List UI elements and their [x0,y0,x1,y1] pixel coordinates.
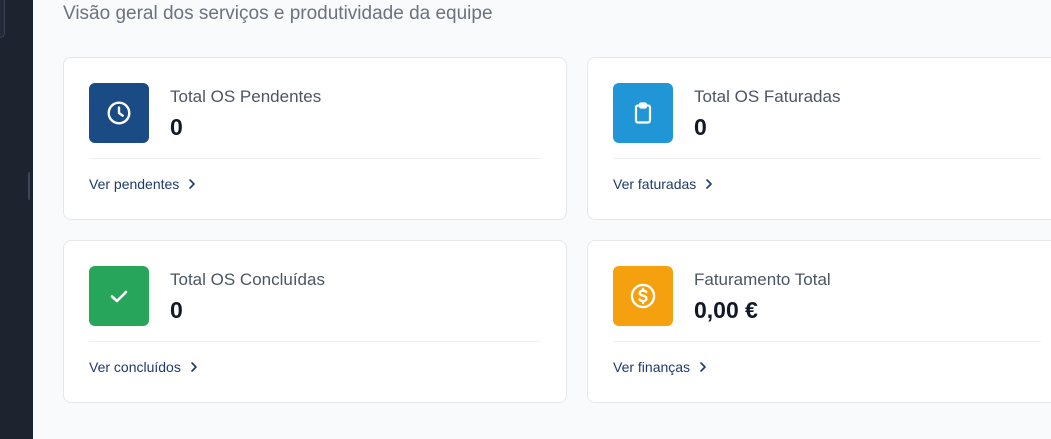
card-value: 0 [170,297,183,323]
view-financas-link[interactable]: Ver finanças [613,359,707,375]
card-icon-box [89,83,149,143]
chevron-right-icon [706,179,713,189]
card-icon-box [89,266,149,326]
view-pendentes-link[interactable]: Ver pendentes [89,176,196,192]
sidebar-resize-handle[interactable] [28,172,30,200]
card-faturadas: Total OS Faturadas 0 Ver faturadas [587,57,1051,220]
card-divider [89,158,541,159]
card-divider [89,341,541,342]
link-label: Ver finanças [613,359,691,375]
chevron-right-icon [700,362,706,372]
card-label: Total OS Concluídas [170,270,325,289]
card-value: 0 [170,114,183,140]
card-pendentes: Total OS Pendentes 0 Ver pendentes [63,57,567,220]
clock-icon [107,101,131,125]
sidebar-toggle[interactable] [0,0,5,38]
card-faturamento: Faturamento Total 0,00 € Ver finanças [587,240,1051,403]
chevron-right-icon [191,362,197,372]
dollar-coin-icon [630,283,656,309]
card-label: Faturamento Total [694,270,831,289]
link-label: Ver faturadas [613,176,697,192]
link-label: Ver pendentes [89,176,180,192]
card-divider [613,158,1041,159]
card-value: 0,00 € [694,297,758,323]
card-divider [613,341,1041,342]
card-value: 0 [694,114,707,140]
clipboard-icon [634,102,652,124]
card-icon-box [613,266,673,326]
sidebar [0,0,33,439]
link-label: Ver concluídos [89,359,181,375]
page-subtitle: Visão geral dos serviços e produtividade… [63,3,493,24]
card-concluidas: Total OS Concluídas 0 Ver concluídos [63,240,567,403]
view-faturadas-link[interactable]: Ver faturadas [613,176,713,192]
check-icon [110,290,128,303]
card-icon-box [613,83,673,143]
card-label: Total OS Pendentes [170,87,322,106]
chevron-right-icon [189,179,196,189]
card-label: Total OS Faturadas [694,87,841,106]
view-concluidos-link[interactable]: Ver concluídos [89,359,198,375]
